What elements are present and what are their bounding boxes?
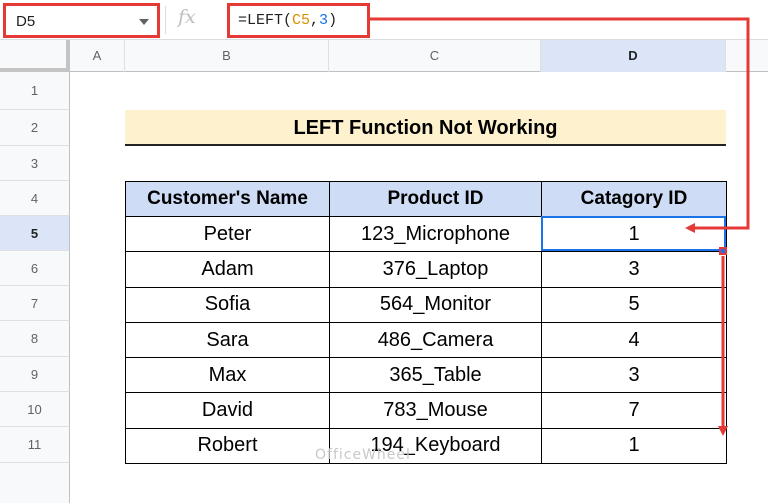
row-header-1[interactable]: 1 xyxy=(0,72,70,110)
formula-bar: D5 fx =LEFT(C5,3) xyxy=(0,0,768,40)
row-header-9[interactable]: 9 xyxy=(0,357,70,392)
cell-customer-name[interactable]: Adam xyxy=(125,251,330,288)
column-header-b[interactable]: B xyxy=(125,40,329,72)
table-row: Adam 376_Laptop 3 xyxy=(125,251,727,288)
column-header-d[interactable]: D xyxy=(541,40,726,72)
cell-category-id[interactable]: 1 xyxy=(541,427,727,465)
table-header-row: Customer's Name Product ID Catagory ID xyxy=(125,181,727,217)
cell-customer-name[interactable]: Robert xyxy=(125,427,330,465)
formula-reference: C5 xyxy=(292,12,311,29)
table-row: Max 365_Table 3 xyxy=(125,357,727,394)
header-product-id[interactable]: Product ID xyxy=(329,181,542,217)
table-row: Sara 486_Camera 4 xyxy=(125,321,727,359)
cell-customer-name[interactable]: David xyxy=(125,392,330,429)
cell-customer-name[interactable]: Sara xyxy=(125,321,330,359)
cell-category-id[interactable]: 4 xyxy=(541,321,727,359)
name-box-value: D5 xyxy=(16,13,36,30)
cell-product-id[interactable]: 365_Table xyxy=(329,357,542,394)
formula-input[interactable]: =LEFT(C5,3) xyxy=(227,3,370,38)
row-header-10[interactable]: 10 xyxy=(0,392,70,427)
cell-product-id[interactable]: 783_Mouse xyxy=(329,392,542,429)
fill-handle[interactable] xyxy=(719,247,727,255)
cell-customer-name[interactable]: Sofia xyxy=(125,286,330,323)
cell-category-id[interactable]: 5 xyxy=(541,286,727,323)
cell-product-id[interactable]: 486_Camera xyxy=(329,321,542,359)
divider xyxy=(165,6,166,34)
select-all-corner[interactable] xyxy=(0,40,70,72)
table-row: Sofia 564_Monitor 5 xyxy=(125,286,727,323)
cell-category-id[interactable]: 3 xyxy=(541,251,727,288)
row-header-11[interactable]: 11 xyxy=(0,427,70,463)
column-headers: A B C D xyxy=(0,40,768,72)
column-header-e[interactable] xyxy=(726,40,768,72)
data-table: Customer's Name Product ID Catagory ID P… xyxy=(125,181,727,465)
cell-customer-name[interactable]: Max xyxy=(125,357,330,394)
row-header-5[interactable]: 5 xyxy=(0,216,70,251)
column-header-c[interactable]: C xyxy=(329,40,541,72)
row-header-4[interactable]: 4 xyxy=(0,181,70,216)
table-row: Peter 123_Microphone 1 xyxy=(125,215,727,253)
row-header-6[interactable]: 6 xyxy=(0,251,70,286)
chevron-down-icon[interactable] xyxy=(139,19,149,25)
header-category-id[interactable]: Catagory ID xyxy=(541,181,727,217)
row-header-2[interactable]: 2 xyxy=(0,110,70,146)
row-header-7[interactable]: 7 xyxy=(0,286,70,321)
cell-product-id[interactable]: 123_Microphone xyxy=(329,215,542,253)
row-header-8[interactable]: 8 xyxy=(0,321,70,357)
formula-argument: 3 xyxy=(319,12,329,29)
row-header-3[interactable]: 3 xyxy=(0,146,70,181)
name-box[interactable]: D5 xyxy=(3,3,160,38)
cell-product-id[interactable]: 376_Laptop xyxy=(329,251,542,288)
cell-category-id[interactable]: 3 xyxy=(541,357,727,394)
formula-prefix: =LEFT( xyxy=(238,12,293,29)
cell-customer-name[interactable]: Peter xyxy=(125,215,330,253)
row-header-12[interactable] xyxy=(0,463,70,503)
column-header-a[interactable]: A xyxy=(70,40,125,72)
sheet-title[interactable]: LEFT Function Not Working xyxy=(125,110,726,146)
spreadsheet-window: D5 fx =LEFT(C5,3) A B C D 1 2 3 4 5 6 7 … xyxy=(0,0,768,503)
header-customer-name[interactable]: Customer's Name xyxy=(125,181,330,217)
watermark: OfficeWheel xyxy=(315,447,411,463)
formula-separator: , xyxy=(310,12,320,29)
cell-category-id[interactable]: 1 xyxy=(541,215,727,253)
fx-icon: fx xyxy=(178,6,196,28)
cell-product-id[interactable]: 564_Monitor xyxy=(329,286,542,323)
formula-suffix: ) xyxy=(328,12,338,29)
cell-category-id[interactable]: 7 xyxy=(541,392,727,429)
table-row: David 783_Mouse 7 xyxy=(125,392,727,429)
table-row: Robert 194_Keyboard 1 xyxy=(125,427,727,465)
